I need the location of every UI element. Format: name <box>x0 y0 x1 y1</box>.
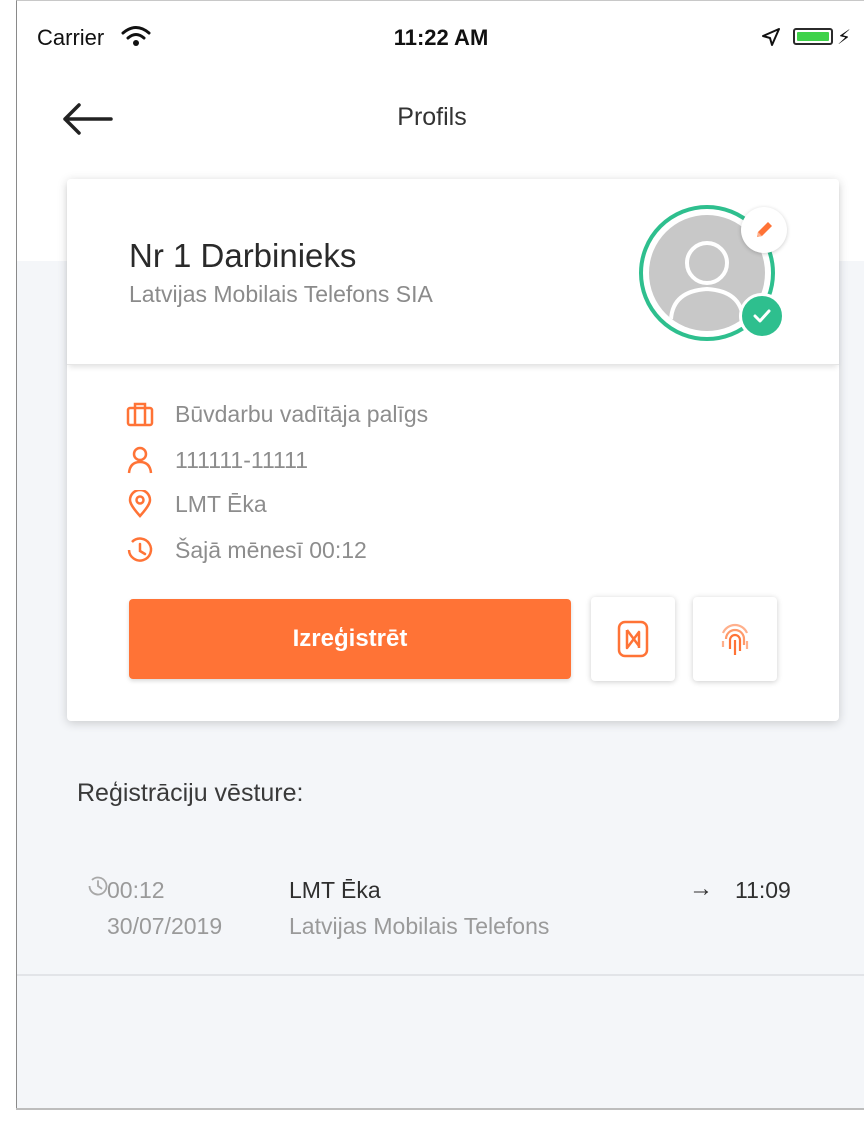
status-bar: Carrier 11:22 AM ⚡ <box>17 1 864 81</box>
detail-personal-code: 111111-11111 <box>125 443 308 477</box>
detail-text: Būvdarbu vadītāja palīgs <box>175 400 429 427</box>
history-date: 30/07/2019 <box>107 913 223 939</box>
detail-position: Būvdarbu vadītāja palīgs <box>125 397 428 431</box>
history-item[interactable]: 00:12 30/07/2019 LMT Ēka Latvijas Mobila… <box>17 851 864 976</box>
employee-name: Nr 1 Darbinieks <box>129 237 357 274</box>
edit-avatar-button[interactable] <box>741 207 787 253</box>
battery-icon <box>793 28 833 45</box>
detail-location: LMT Ēka <box>125 487 267 521</box>
app-screen: Carrier 11:22 AM ⚡ Profils Nr 1 Darbinie… <box>16 0 864 1108</box>
charging-bolt-icon: ⚡ <box>837 27 852 49</box>
location-pin-icon <box>125 489 155 519</box>
history-time: 11:09 <box>735 877 791 903</box>
history-company: Latvijas Mobilais Telefons <box>289 913 550 939</box>
profile-card: Nr 1 Darbinieks Latvijas Mobilais Telefo… <box>67 179 839 721</box>
verified-badge <box>739 293 785 339</box>
checkmark-icon <box>753 309 771 323</box>
fingerprint-icon <box>721 623 749 655</box>
fingerprint-button[interactable] <box>693 597 777 681</box>
history-place: LMT Ēka <box>289 877 381 903</box>
briefcase-icon <box>125 399 155 429</box>
clock-icon <box>125 535 155 565</box>
nfc-icon <box>617 620 649 658</box>
location-arrow-icon <box>762 28 780 46</box>
pencil-icon <box>757 222 772 237</box>
employee-company: Latvijas Mobilais Telefons SIA <box>129 281 433 307</box>
history-title: Reģistrāciju vēsture: <box>77 779 304 807</box>
detail-text: Šajā mēnesī 00:12 <box>175 536 367 563</box>
detail-text: LMT Ēka <box>175 490 267 517</box>
nfc-button[interactable] <box>591 597 675 681</box>
page-title: Profils <box>397 103 467 131</box>
clock-time: 11:22 AM <box>393 25 489 50</box>
detail-text: 111111-11111 <box>175 446 309 473</box>
arrow-right-icon: → <box>689 875 713 902</box>
history-duration: 00:12 <box>107 877 165 903</box>
person-icon <box>125 445 155 475</box>
detail-monthly-time: Šajā mēnesī 00:12 <box>125 533 367 567</box>
profile-header: Nr 1 Darbinieks Latvijas Mobilais Telefo… <box>67 179 839 365</box>
clock-icon <box>88 876 108 896</box>
frame-bottom-border <box>16 1108 864 1110</box>
checkout-button[interactable]: Izreģistrēt <box>129 599 571 679</box>
